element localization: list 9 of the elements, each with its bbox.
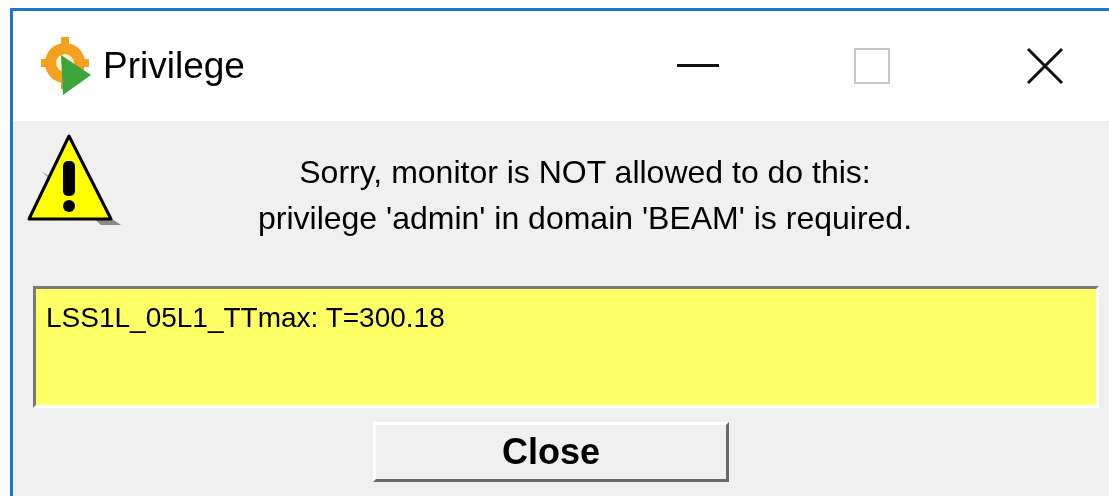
maximize-icon <box>854 48 890 84</box>
minimize-icon[interactable] <box>677 64 719 68</box>
gear-icon <box>41 37 93 95</box>
close-button[interactable]: Close <box>373 422 729 482</box>
message-text: Sorry, monitor is NOT allowed to do this: <box>299 153 871 192</box>
close-icon[interactable] <box>1026 47 1064 85</box>
details-text: LSS1L_05L1_TTmax: T=300.18 <box>46 302 445 333</box>
message-text: privilege 'admin' in domain 'BEAM' is required. <box>257 199 913 238</box>
window-title: Privilege <box>103 44 245 89</box>
